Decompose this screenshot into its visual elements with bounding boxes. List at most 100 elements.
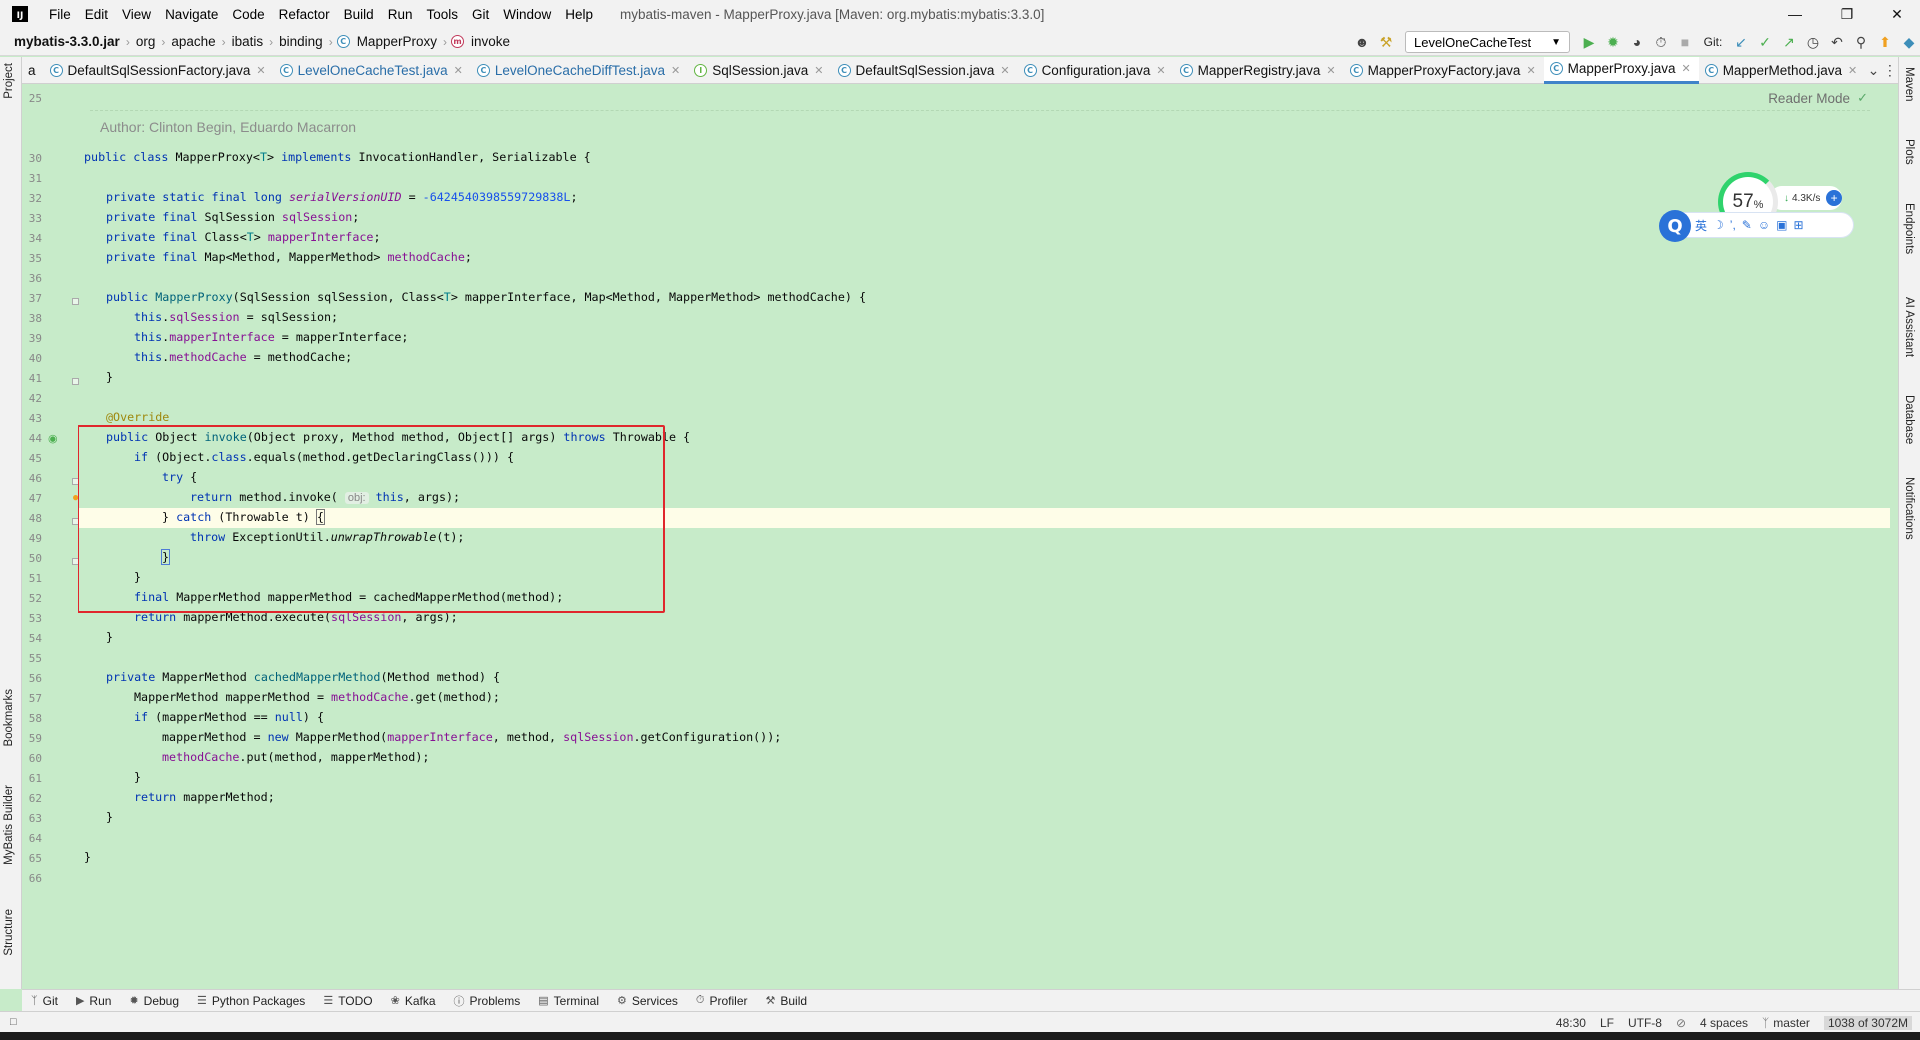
- memory-indicator[interactable]: 1038 of 3072M: [1823, 1015, 1912, 1030]
- tab-default-sql-session[interactable]: C DefaultSqlSession.java ✕: [832, 57, 1018, 84]
- file-encoding[interactable]: UTF-8: [1628, 1016, 1662, 1030]
- layout-toggle-icon[interactable]: □: [10, 1016, 17, 1028]
- profiler-tool-button[interactable]: ⏱ Profiler: [687, 994, 757, 1008]
- tab-configuration[interactable]: C Configuration.java ✕: [1018, 57, 1174, 84]
- menu-file[interactable]: File: [42, 7, 78, 22]
- plots-tool-button[interactable]: Plots: [1903, 139, 1915, 165]
- git-update-icon[interactable]: ↙: [1730, 31, 1752, 53]
- maven-tool-button[interactable]: Maven: [1903, 67, 1915, 102]
- endpoints-tool-button[interactable]: Endpoints: [1903, 203, 1915, 254]
- system-monitor-widget[interactable]: ↓ 4.3K/s + 57% Q 英 ☽ ’, ✎ ☺ ▣ ⊞: [1658, 172, 1858, 242]
- database-tool-button[interactable]: Database: [1903, 395, 1915, 444]
- tab-mapper-method[interactable]: C MapperMethod.java ✕: [1699, 57, 1866, 84]
- ime-language-toggle[interactable]: 英: [1695, 217, 1707, 234]
- python-packages-tool-button[interactable]: ☰ Python Packages: [188, 994, 314, 1008]
- stop-icon[interactable]: ■: [1674, 31, 1696, 53]
- git-tool-button[interactable]: ᛉ Git: [22, 994, 67, 1008]
- menu-build[interactable]: Build: [337, 7, 381, 22]
- update-icon[interactable]: ⬆: [1874, 31, 1896, 53]
- tab-level-one-cache-test[interactable]: C LevelOneCacheTest.java ✕: [274, 57, 471, 84]
- menu-edit[interactable]: Edit: [78, 7, 115, 22]
- punctuation-icon[interactable]: ’,: [1730, 218, 1736, 232]
- breadcrumb-binding[interactable]: binding: [277, 34, 325, 49]
- terminal-tool-button[interactable]: ▤ Terminal: [529, 994, 608, 1008]
- menu-code[interactable]: Code: [225, 7, 271, 22]
- ime-logo-icon[interactable]: Q: [1659, 210, 1691, 242]
- git-push-icon[interactable]: ↗: [1778, 31, 1800, 53]
- services-tool-button[interactable]: ⚙ Services: [608, 994, 687, 1008]
- close-icon[interactable]: ✕: [1681, 62, 1690, 75]
- breadcrumb-ibatis[interactable]: ibatis: [230, 34, 266, 49]
- menu-tools[interactable]: Tools: [419, 7, 465, 22]
- breadcrumb-apache[interactable]: apache: [169, 34, 217, 49]
- tab-partial[interactable]: a: [22, 57, 44, 84]
- project-tool-button[interactable]: Project: [3, 63, 15, 99]
- emoji-icon[interactable]: ☺: [1758, 218, 1770, 232]
- git-branch[interactable]: ᛉ master: [1762, 1016, 1810, 1030]
- menu-window[interactable]: Window: [496, 7, 558, 22]
- history-icon[interactable]: ◷: [1802, 31, 1824, 53]
- close-icon[interactable]: ✕: [671, 64, 680, 77]
- ai-assistant-tool-button[interactable]: AI Assistant: [1903, 297, 1915, 357]
- breadcrumb-method[interactable]: invoke: [469, 34, 512, 49]
- restore-icon[interactable]: ❐: [1824, 0, 1870, 28]
- line-separator[interactable]: LF: [1600, 1016, 1614, 1030]
- menu-help[interactable]: Help: [558, 7, 600, 22]
- close-icon[interactable]: ✕: [1874, 0, 1920, 28]
- close-icon[interactable]: ✕: [1848, 64, 1857, 77]
- debug-icon[interactable]: ✹: [1602, 31, 1624, 53]
- readonly-lock-icon[interactable]: ⊘: [1676, 1016, 1686, 1030]
- git-commit-icon[interactable]: ✓: [1754, 31, 1776, 53]
- tab-mapper-registry[interactable]: C MapperRegistry.java ✕: [1174, 57, 1344, 84]
- close-icon[interactable]: ✕: [814, 64, 823, 77]
- more-icon[interactable]: ⋮: [1882, 59, 1898, 81]
- code-editor[interactable]: Reader Mode ✓ Author: Clinton Begin, Edu…: [78, 84, 1890, 989]
- implements-gutter-icon[interactable]: ◉: [48, 432, 58, 445]
- menu-view[interactable]: View: [115, 7, 158, 22]
- minimize-icon[interactable]: —: [1772, 0, 1818, 28]
- close-icon[interactable]: ✕: [1000, 64, 1009, 77]
- tab-level-one-cache-diff-test[interactable]: C LevelOneCacheDiffTest.java ✕: [471, 57, 688, 84]
- build-tool-button[interactable]: ⚒ Build: [757, 994, 817, 1008]
- breadcrumb-class[interactable]: MapperProxy: [355, 34, 439, 49]
- debug-tool-button[interactable]: ✹ Debug: [120, 994, 188, 1008]
- mybatis-builder-tool-button[interactable]: MyBatis Builder: [3, 785, 15, 865]
- menu-navigate[interactable]: Navigate: [158, 7, 225, 22]
- close-icon[interactable]: ✕: [256, 64, 265, 77]
- caret-position[interactable]: 48:30: [1556, 1016, 1586, 1030]
- kafka-tool-button[interactable]: ❀ Kafka: [382, 994, 445, 1008]
- menu-git[interactable]: Git: [465, 7, 496, 22]
- todo-tool-button[interactable]: ☰ TODO: [314, 994, 381, 1008]
- rollback-icon[interactable]: ↶: [1826, 31, 1848, 53]
- indent-setting[interactable]: 4 spaces: [1700, 1016, 1748, 1030]
- plus-icon[interactable]: +: [1826, 190, 1842, 206]
- reader-mode-button[interactable]: Reader Mode: [1768, 91, 1850, 106]
- tab-mapper-proxy[interactable]: C MapperProxy.java ✕: [1543, 56, 1699, 84]
- skin-icon[interactable]: ▣: [1776, 218, 1787, 232]
- run-tool-button[interactable]: ▶ Run: [67, 994, 120, 1008]
- close-icon[interactable]: ✕: [1526, 64, 1535, 77]
- close-icon[interactable]: ✕: [1156, 64, 1165, 77]
- menu-refactor[interactable]: Refactor: [272, 7, 337, 22]
- breadcrumb-jar[interactable]: mybatis-3.3.0.jar: [12, 34, 122, 49]
- run-icon[interactable]: ▶: [1578, 31, 1600, 53]
- problems-tool-button[interactable]: ⓘ Problems: [445, 993, 530, 1009]
- notifications-tool-button[interactable]: Notifications: [1903, 477, 1915, 540]
- run-config-select[interactable]: LevelOneCacheTest ▼: [1405, 31, 1570, 53]
- profile-icon[interactable]: ⏱: [1650, 31, 1672, 53]
- jetbrains-icon[interactable]: ◆: [1898, 31, 1920, 53]
- coverage-icon[interactable]: ◕: [1626, 31, 1648, 53]
- intellij-logo-icon[interactable]: IJ: [12, 6, 28, 22]
- wrench-icon[interactable]: ✎: [1742, 218, 1752, 232]
- grid-menu-icon[interactable]: ⊞: [1793, 218, 1803, 232]
- breadcrumb-org[interactable]: org: [134, 34, 158, 49]
- build-hammer-icon[interactable]: ⚒: [1375, 31, 1397, 53]
- structure-tool-button[interactable]: Structure: [3, 909, 15, 956]
- close-icon[interactable]: ✕: [454, 64, 463, 77]
- tab-mapper-proxy-factory[interactable]: C MapperProxyFactory.java ✕: [1344, 57, 1544, 84]
- user-icon[interactable]: ☻: [1351, 31, 1373, 53]
- tab-sql-session[interactable]: I SqlSession.java ✕: [688, 57, 831, 84]
- bookmarks-tool-button[interactable]: Bookmarks: [3, 689, 15, 747]
- search-icon[interactable]: ⚲: [1850, 31, 1872, 53]
- moon-icon[interactable]: ☽: [1713, 218, 1724, 232]
